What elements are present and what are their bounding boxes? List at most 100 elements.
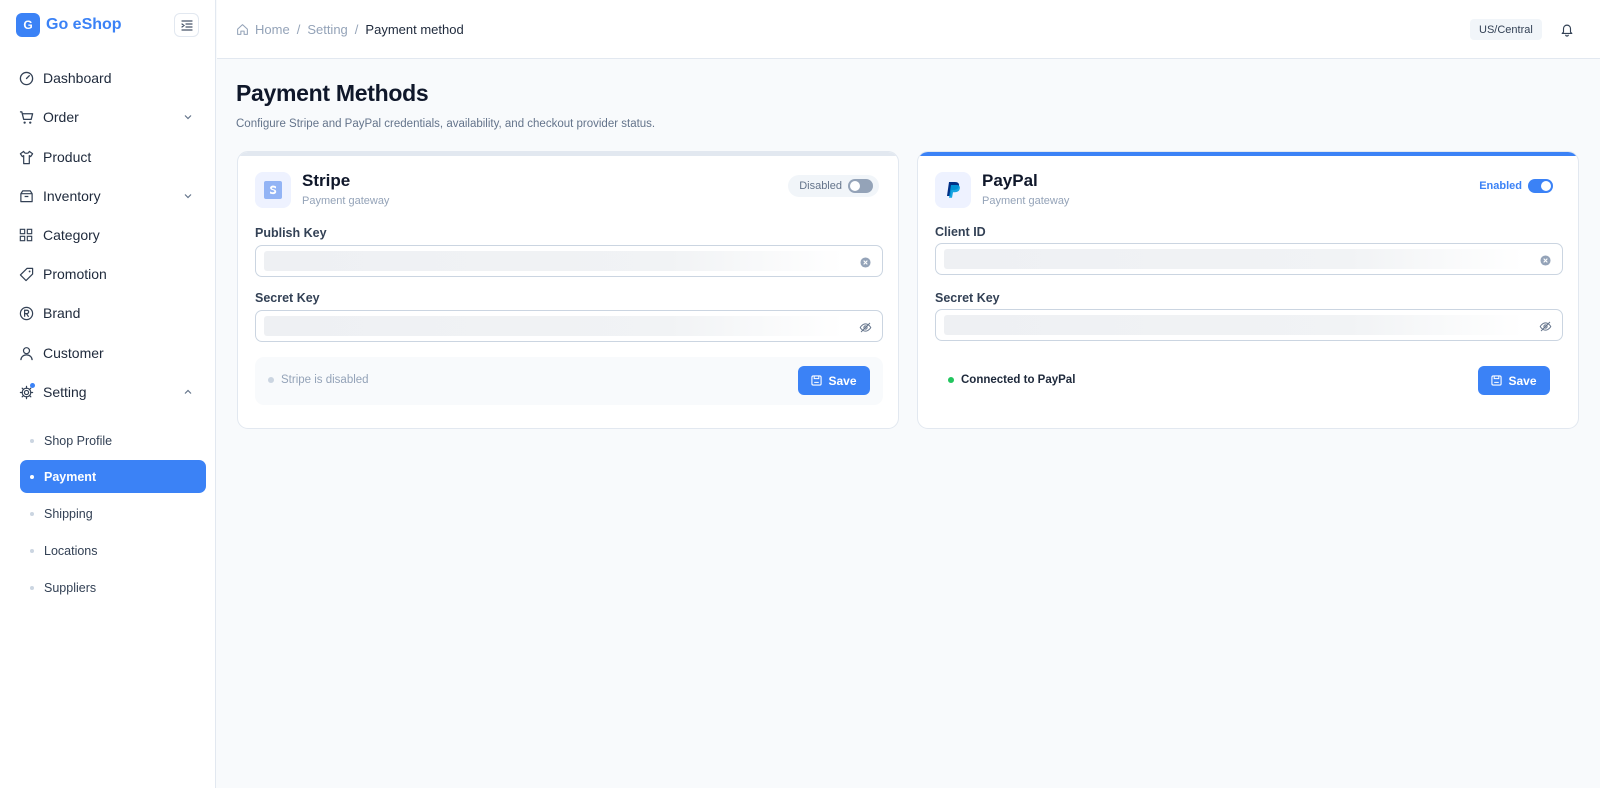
stripe-footer: Stripe is disabled Save <box>255 357 883 405</box>
bullet <box>30 548 34 553</box>
secret-key-field[interactable] <box>935 309 1563 341</box>
brand-logo: G <box>16 13 40 37</box>
toggle-knob <box>850 181 860 191</box>
gateway-name: PayPal <box>982 171 1038 190</box>
brand[interactable]: G Go eShop <box>16 12 122 38</box>
sidebar-item-customer[interactable]: Customer <box>18 341 202 365</box>
sidebar-item-label: Promotion <box>43 266 107 282</box>
sidebar-item-setting[interactable]: Setting <box>18 380 202 404</box>
sidebar-item-label: Product <box>43 149 92 165</box>
save-icon <box>811 375 823 386</box>
sidebar-item-label: Inventory <box>43 188 101 204</box>
bullet <box>30 511 34 516</box>
bullet <box>30 438 34 443</box>
sidebar-item-promotion[interactable]: Promotion <box>18 262 202 286</box>
stripe-save-button[interactable]: Save <box>798 366 870 395</box>
secret-key-label: Secret Key <box>255 291 320 305</box>
top-header: Home / Setting / Payment method US/Centr… <box>217 0 1600 59</box>
bell-icon[interactable] <box>1559 21 1575 37</box>
grid-icon <box>18 227 34 243</box>
page-title: Payment Methods <box>236 80 429 106</box>
timezone-badge[interactable]: US/Central <box>1470 19 1542 40</box>
toggle-knob <box>1541 181 1551 191</box>
user-icon <box>18 345 34 361</box>
stripe-status: Stripe is disabled <box>268 374 369 386</box>
sidebar-subitem-label: Suppliers <box>44 580 97 595</box>
client-id-input[interactable] <box>944 249 1524 269</box>
publish-key-field[interactable] <box>255 245 883 277</box>
chevron-down-icon <box>184 194 192 199</box>
clear-icon[interactable] <box>1538 253 1552 267</box>
eye-off-icon[interactable] <box>1538 319 1552 333</box>
sidebar-item-label: Dashboard <box>43 70 112 86</box>
cart-icon <box>18 109 34 125</box>
paypal-footer: Connected to PayPal Save <box>935 357 1563 405</box>
stripe-toggle[interactable]: Disabled <box>788 175 879 197</box>
shirt-icon <box>18 149 34 165</box>
sidebar-subitem-label: Shipping <box>44 506 93 521</box>
gateway-type: Payment gateway <box>302 195 390 207</box>
sidebar-subitem-label: Payment <box>44 469 97 484</box>
stripe-logo-icon <box>255 172 291 208</box>
status-text: Stripe is disabled <box>281 374 369 386</box>
secret-key-input[interactable] <box>944 315 1524 335</box>
sidebar-item-label: Customer <box>43 345 104 361</box>
gateway-name: Stripe <box>302 171 351 190</box>
toggle-label: Disabled <box>799 180 842 192</box>
save-label: Save <box>828 373 857 388</box>
client-id-label: Client ID <box>935 225 986 239</box>
home-icon[interactable] <box>236 23 249 36</box>
sidebar-item-dashboard[interactable]: Dashboard <box>18 66 202 90</box>
chevron-up-icon <box>184 389 192 394</box>
brand-name: Go eShop <box>46 16 122 33</box>
paypal-toggle[interactable]: Enabled <box>1468 175 1559 197</box>
sidebar-collapse-button[interactable] <box>174 13 199 37</box>
save-icon <box>1491 375 1503 386</box>
eye-off-icon[interactable] <box>858 320 872 334</box>
sidebar-item-label: Brand <box>43 305 81 321</box>
sidebar-item-product[interactable]: Product <box>18 145 202 169</box>
paypal-logo-icon <box>935 172 971 208</box>
toggle-switch[interactable] <box>1528 179 1553 193</box>
notification-dot <box>30 383 35 388</box>
page-subtitle: Configure Stripe and PayPal credentials,… <box>236 118 656 130</box>
secret-key-input[interactable] <box>264 316 844 336</box>
client-id-field[interactable] <box>935 243 1563 275</box>
sidebar-item-order[interactable]: Order <box>18 105 202 129</box>
publish-key-input[interactable] <box>264 251 844 271</box>
secret-key-field[interactable] <box>255 310 883 342</box>
sidebar-subitem-shop-profile[interactable]: Shop Profile <box>20 424 206 457</box>
paypal-save-button[interactable]: Save <box>1478 366 1550 395</box>
breadcrumb-home[interactable]: Home <box>255 22 290 37</box>
tag-icon <box>18 266 34 282</box>
breadcrumb-setting[interactable]: Setting <box>307 22 347 37</box>
sidebar-item-inventory[interactable]: Inventory <box>18 184 202 208</box>
bullet <box>30 585 34 590</box>
sidebar-subitem-label: Shop Profile <box>44 433 113 448</box>
toggle-switch[interactable] <box>848 179 873 193</box>
clear-icon[interactable] <box>858 255 872 269</box>
sidebar-subitem-suppliers[interactable]: Suppliers <box>20 571 206 604</box>
sidebar-item-category[interactable]: Category <box>18 223 202 247</box>
toggle-label: Enabled <box>1479 180 1522 192</box>
gateway-type: Payment gateway <box>982 195 1070 207</box>
breadcrumb-current: Payment method <box>365 22 464 37</box>
status-text: Connected to PayPal <box>961 374 1076 386</box>
sidebar-subitem-payment[interactable]: Payment <box>20 460 206 493</box>
sidebar-subitem-locations[interactable]: Locations <box>20 534 206 567</box>
registered-icon <box>18 305 34 321</box>
publish-key-label: Publish Key <box>255 226 327 240</box>
chevron-down-icon <box>184 115 192 120</box>
sidebar-subitem-label: Locations <box>44 543 98 558</box>
status-dot <box>948 377 954 383</box>
sidebar: G Go eShop Dashboard Order Product Inven… <box>0 0 216 788</box>
breadcrumb: Home / Setting / Payment method <box>236 22 464 37</box>
breadcrumb-separator: / <box>354 22 359 37</box>
sidebar-item-brand[interactable]: Brand <box>18 301 202 325</box>
stripe-card: Stripe Payment gateway Disabled Publish … <box>237 151 899 429</box>
menu-collapse-icon <box>180 20 193 31</box>
bullet <box>30 474 34 479</box>
sidebar-subitem-shipping[interactable]: Shipping <box>20 497 206 530</box>
breadcrumb-separator: / <box>296 22 301 37</box>
save-label: Save <box>1508 373 1537 388</box>
